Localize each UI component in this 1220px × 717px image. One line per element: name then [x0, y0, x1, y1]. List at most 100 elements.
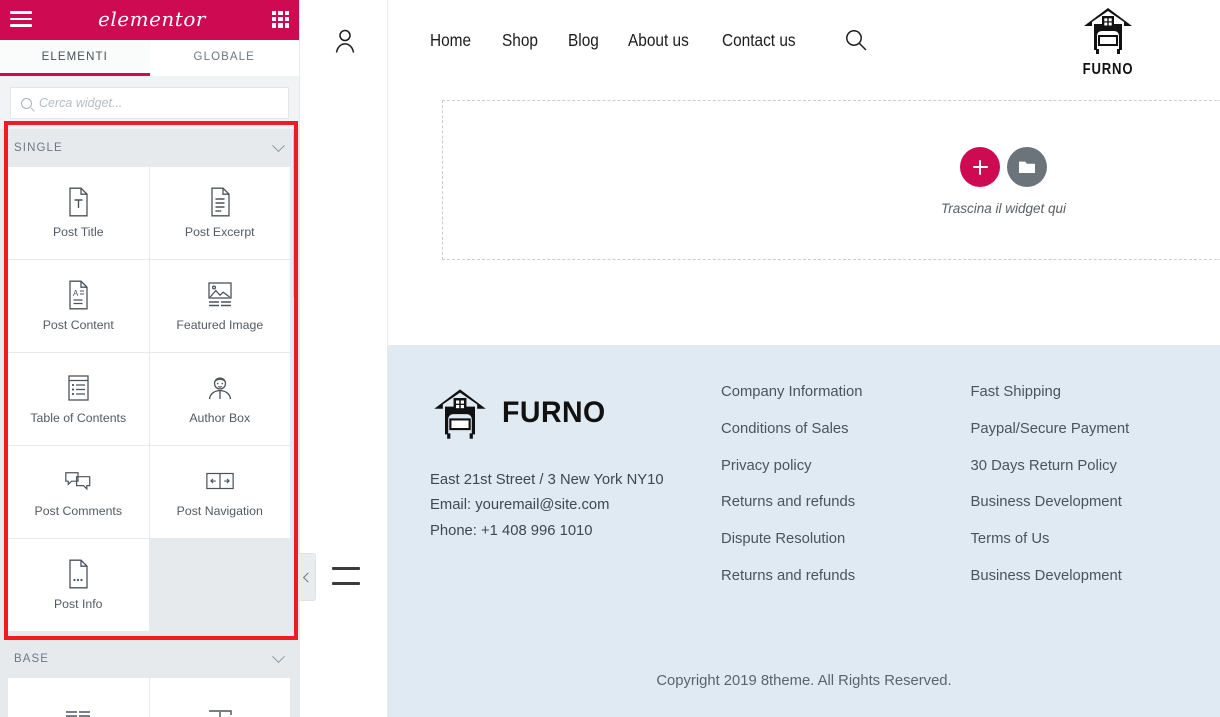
- footer-link[interactable]: Privacy policy: [721, 458, 970, 474]
- furno-house-chair-logo: [1084, 8, 1132, 54]
- featured-image-icon: [205, 280, 235, 310]
- footer-link[interactable]: Business Development: [971, 495, 1220, 510]
- dropzone-buttons: [960, 147, 1048, 187]
- footer-links-column-2: Fast Shipping Paypal/Secure Payment 30 D…: [971, 385, 1220, 584]
- author-box-icon: [205, 373, 235, 403]
- canvas-left-strip: [300, 0, 388, 717]
- widget-label: Post Navigation: [176, 503, 263, 518]
- furno-house-chair-logo: [434, 389, 486, 439]
- dropzone-text: Trascina il widget qui: [941, 201, 1067, 216]
- widget-label: Featured Image: [176, 317, 264, 332]
- chevron-down-icon: [272, 649, 285, 663]
- elementor-panel: elementor ELEMENTI GLOBALE Cerca widget.…: [0, 0, 300, 717]
- widget-grid-base: [0, 678, 299, 717]
- footer-link[interactable]: Paypal/Secure Payment: [971, 421, 1220, 437]
- nav-link-contact-us[interactable]: Contact us: [722, 30, 796, 51]
- footer-address: East 21st Street / 3 New York NY10 Email…: [430, 468, 721, 544]
- site-footer: FURNO East 21st Street / 3 New York NY10…: [388, 345, 1220, 717]
- category-title: BASE: [14, 653, 50, 665]
- footer-link[interactable]: Business Development: [971, 569, 1220, 584]
- widget-grid-single: Post Title Post Excerpt A Post Content F…: [0, 167, 299, 640]
- footer-link[interactable]: Company Information: [721, 385, 970, 400]
- footer-logo[interactable]: FURNO: [430, 385, 721, 441]
- footer-link[interactable]: Terms of Us: [971, 532, 1220, 547]
- search-input[interactable]: Cerca widget...: [10, 87, 289, 119]
- footer-links-column-1: Company Information Conditions of Sales …: [721, 385, 970, 584]
- nav-link-home[interactable]: Home: [430, 30, 471, 51]
- tab-elementi[interactable]: ELEMENTI: [0, 38, 150, 76]
- widget-post-comments[interactable]: Post Comments: [8, 446, 150, 539]
- footer-link[interactable]: Dispute Resolution: [721, 532, 970, 547]
- nav-link-blog[interactable]: Blog: [568, 30, 599, 51]
- site-header: Home Shop Blog About us Contact us FURNO: [388, 0, 1220, 88]
- widget-text-editor[interactable]: [8, 678, 150, 717]
- folder-icon: [1019, 161, 1036, 173]
- widget-table-of-contents[interactable]: Table of Contents: [8, 353, 150, 446]
- site-canvas: Home Shop Blog About us Contact us FURNO…: [300, 0, 1220, 717]
- widget-author-box[interactable]: Author Box: [149, 353, 291, 446]
- widget-post-info[interactable]: Post Info: [8, 539, 150, 632]
- heading-icon: [205, 705, 235, 717]
- template-library-button[interactable]: [1007, 147, 1048, 187]
- post-info-icon: [63, 559, 93, 589]
- category-title: SINGLE: [14, 142, 63, 154]
- post-content-icon: A: [63, 280, 93, 310]
- nav-link-about-us[interactable]: About us: [628, 30, 689, 51]
- search-area: Cerca widget...: [0, 76, 299, 129]
- widget-label: Post Info: [53, 596, 103, 611]
- widget-post-title[interactable]: Post Title: [8, 167, 150, 260]
- dropzone-content: Trascina il widget qui: [941, 147, 1066, 216]
- footer-address-line: East 21st Street / 3 New York NY10: [430, 472, 664, 488]
- footer-brand-column: FURNO East 21st Street / 3 New York NY10…: [430, 385, 721, 584]
- chevron-left-icon: [302, 572, 313, 582]
- elementor-logo: elementor: [98, 7, 206, 31]
- widget-label: Post Comments: [34, 503, 122, 518]
- table-of-contents-icon: [63, 373, 93, 403]
- panel-scrollbar[interactable]: [292, 76, 299, 717]
- widget-featured-image[interactable]: Featured Image: [149, 260, 291, 353]
- post-excerpt-icon: [205, 187, 235, 217]
- post-title-icon: [63, 187, 93, 217]
- user-account-icon[interactable]: [333, 28, 357, 54]
- panel-scrollbar-thumb[interactable]: [293, 128, 298, 298]
- widget-label: Table of Contents: [30, 410, 127, 425]
- widget-label: Post Content: [42, 317, 114, 332]
- add-widget-button[interactable]: [960, 147, 1001, 187]
- footer-link[interactable]: 30 Days Return Policy: [971, 458, 1220, 474]
- category-header-single[interactable]: SINGLE: [0, 129, 299, 167]
- nav-link-shop[interactable]: Shop: [502, 30, 538, 51]
- tab-globale[interactable]: GLOBALE: [149, 38, 299, 76]
- svg-text:A: A: [73, 289, 79, 298]
- site-brand[interactable]: FURNO: [1048, 6, 1168, 79]
- widget-label: Post Excerpt: [184, 224, 255, 239]
- search-icon[interactable]: [844, 28, 868, 52]
- widget-label: Post Title: [52, 224, 104, 239]
- hamburger-icon[interactable]: [332, 567, 360, 585]
- grid-apps-icon[interactable]: [271, 10, 289, 28]
- footer-link[interactable]: Conditions of Sales: [721, 421, 970, 437]
- tab-top-divider: [0, 38, 299, 40]
- footer-brand-name: FURNO: [502, 396, 606, 429]
- post-comments-icon: [63, 466, 93, 496]
- footer-link[interactable]: Returns and refunds: [721, 569, 970, 584]
- footer-link[interactable]: Returns and refunds: [721, 495, 970, 510]
- text-editor-icon: [63, 705, 93, 717]
- footer-phone-line: Phone: +1 408 996 1010: [430, 522, 593, 539]
- footer-columns: FURNO East 21st Street / 3 New York NY10…: [430, 385, 1220, 584]
- chevron-down-icon: [272, 138, 285, 152]
- widget-post-content[interactable]: A Post Content: [8, 260, 150, 353]
- category-header-base[interactable]: BASE: [0, 640, 299, 678]
- panel-collapse-button[interactable]: [298, 553, 316, 601]
- footer-link[interactable]: Fast Shipping: [971, 385, 1220, 400]
- search-placeholder: Cerca widget...: [39, 96, 123, 110]
- plus-icon: [972, 159, 988, 175]
- widget-post-navigation[interactable]: Post Navigation: [149, 446, 291, 539]
- widget-grid-empty-slot: [150, 539, 292, 632]
- widget-post-excerpt[interactable]: Post Excerpt: [149, 167, 291, 260]
- panel-tabs: ELEMENTI GLOBALE: [0, 38, 299, 76]
- footer-email-line: Email: youremail@site.com: [430, 497, 610, 514]
- post-navigation-icon: [205, 466, 235, 496]
- widget-heading[interactable]: [149, 678, 291, 717]
- hamburger-icon[interactable]: [10, 11, 32, 27]
- widget-dropzone[interactable]: Trascina il widget qui: [442, 100, 1220, 260]
